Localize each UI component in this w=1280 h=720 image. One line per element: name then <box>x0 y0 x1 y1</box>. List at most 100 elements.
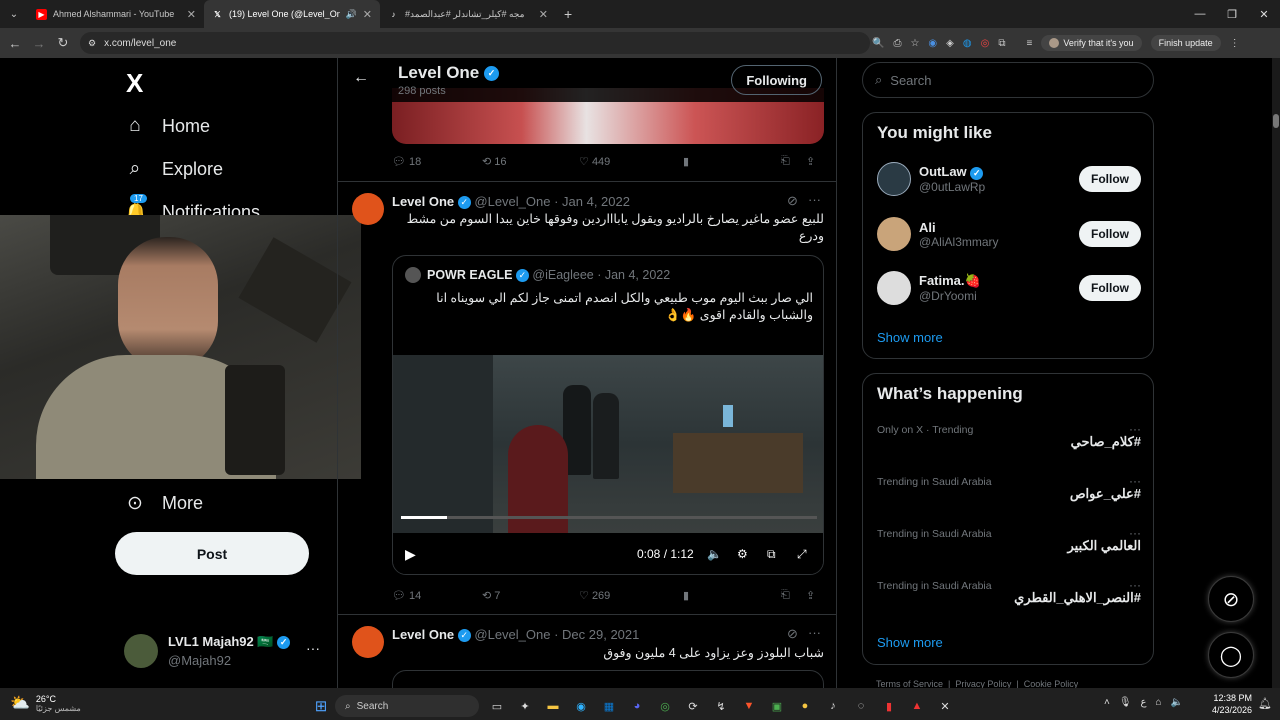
language-indicator[interactable]: ع <box>1141 697 1147 708</box>
search-input[interactable]: ⌕ Search <box>862 62 1154 98</box>
app-icon[interactable]: ✕ <box>936 697 954 715</box>
scrollbar-thumb[interactable] <box>1273 114 1279 128</box>
chrome-icon[interactable]: ◎ <box>656 697 674 715</box>
tweet-date[interactable]: · Dec 29, 2021 <box>554 627 639 642</box>
more-dots-icon[interactable]: ··· <box>808 192 821 207</box>
suggested-user[interactable]: Fatima.🍓 @DrYoomi Follow <box>877 269 1141 307</box>
suggested-user[interactable]: Ali @AliAl3mmary Follow <box>877 215 1141 253</box>
taskbar-search[interactable]: ⌕ Search <box>335 695 479 717</box>
tab-list-icon[interactable]: ⌄ <box>0 9 28 20</box>
forward-button[interactable]: → <box>27 36 51 51</box>
back-button[interactable]: ← <box>3 36 27 51</box>
reading-list-icon[interactable]: ≡ <box>1026 38 1032 49</box>
app-icon[interactable]: ▣ <box>768 697 786 715</box>
following-button[interactable]: Following <box>731 65 822 95</box>
back-arrow-icon[interactable]: ← <box>353 69 369 87</box>
close-window-button[interactable]: ✕ <box>1248 0 1280 28</box>
extension-icon[interactable]: ◈ <box>946 38 954 49</box>
video-progress-track[interactable] <box>401 516 817 519</box>
menu-icon[interactable]: ⋮ <box>1230 38 1240 49</box>
close-icon[interactable]: ✕ <box>187 8 196 21</box>
bookmark-icon[interactable]: ⎗ <box>781 589 806 602</box>
clock[interactable]: 12:38 PM 4/23/2026 <box>1212 692 1252 716</box>
sidebar-item-home[interactable]: ⌂ Home <box>124 115 210 137</box>
reload-button[interactable]: ↻ <box>51 35 75 51</box>
extension-icon[interactable]: ◍ <box>963 38 972 49</box>
trend-item[interactable]: Trending in Saudi Arabia ··· #النصر_الاه… <box>877 578 1141 624</box>
trend-item[interactable]: Only on X · Trending ··· #كلام_صاحي <box>877 422 1141 468</box>
share-icon[interactable]: ⇪ <box>806 589 815 602</box>
pip-icon[interactable]: ⧉ <box>767 547 776 562</box>
profile-button[interactable]: Verify that it's you <box>1041 34 1142 52</box>
views-button[interactable]: ▮ <box>683 155 781 168</box>
footer-links[interactable]: Terms of Service | Privacy Policy | Cook… <box>876 679 1078 688</box>
share-icon[interactable]: ⇪ <box>806 155 815 168</box>
tab-tiktok[interactable]: ♪ #مجه #كيلر_تشاندلر #عبدالصمد ✕ <box>380 0 556 28</box>
grok-icon[interactable]: ⊘ <box>787 193 798 209</box>
reply-button[interactable]: 💬︎ 14 <box>392 589 482 602</box>
app-icon[interactable]: ◌ <box>852 697 870 715</box>
bookmark-icon[interactable]: ⎗ <box>781 155 806 168</box>
extension-icon[interactable]: ◎ <box>981 38 990 49</box>
microphone-icon[interactable]: 🎙︎ <box>1119 697 1132 708</box>
tiktok-icon[interactable]: ♪ <box>824 697 842 715</box>
tab-youtube[interactable]: ▶ Ahmed Alshammari - YouTube ✕ <box>28 0 204 28</box>
minimize-button[interactable]: — <box>1184 0 1216 28</box>
show-more-link[interactable]: Show more <box>877 635 943 650</box>
close-icon[interactable]: ✕ <box>539 8 548 21</box>
app-icon[interactable]: ⟳ <box>684 697 702 715</box>
repost-button[interactable]: ⟲ 16 <box>482 155 579 168</box>
like-button[interactable]: ♡ 269 <box>579 589 683 602</box>
tweet-date[interactable]: · Jan 4, 2022 <box>554 194 630 209</box>
app-icon[interactable]: ▲ <box>908 697 926 715</box>
close-icon[interactable]: ✕ <box>363 8 372 21</box>
sidebar-item-explore[interactable]: ⌕ Explore <box>124 158 223 180</box>
sidebar-item-more[interactable]: ⊙ More <box>124 492 203 515</box>
volume-icon[interactable]: 🔈 <box>1171 697 1183 708</box>
copilot-icon[interactable]: ✦ <box>516 697 534 715</box>
author-handle[interactable]: @Level_One <box>474 627 550 642</box>
network-icon[interactable]: ⌂ <box>1156 697 1162 708</box>
volume-icon[interactable]: 🔈 <box>707 547 722 561</box>
video-player[interactable]: ▶ 0:08 / 1:12 🔈 ⚙ ⧉ ⤢ <box>393 338 823 574</box>
like-button[interactable]: ♡ 449 <box>579 155 683 168</box>
grok-float-icon[interactable]: ⊘ <box>1208 576 1254 622</box>
author-name[interactable]: Level One <box>392 627 454 642</box>
fullscreen-icon[interactable]: ⤢ <box>797 547 807 562</box>
follow-button[interactable]: Follow <box>1079 166 1141 192</box>
app-icon[interactable]: ▮ <box>880 697 898 715</box>
author-name[interactable]: Level One <box>392 194 454 209</box>
grok-icon[interactable]: ⊘ <box>787 626 798 642</box>
discord-icon[interactable]: ◕ <box>628 697 646 715</box>
repost-button[interactable]: ⟲ 7 <box>482 589 579 602</box>
messages-icon[interactable]: ◯ <box>1208 632 1254 678</box>
account-switcher[interactable]: LVL1 Majah92 🇸🇦 ✓ @Majah92 ··· <box>124 632 324 672</box>
show-more-link[interactable]: Show more <box>877 330 943 345</box>
more-dots-icon[interactable]: ··· <box>808 625 821 640</box>
quoted-tweet[interactable]: POWR EAGLE ✓ @iEagleee · Jan 4, 2022 الي… <box>392 255 824 575</box>
install-icon[interactable]: ⎙ <box>893 38 901 49</box>
tray-chevron-icon[interactable]: ˄ <box>1104 697 1110 708</box>
finish-update-button[interactable]: Finish update <box>1150 35 1221 51</box>
more-dots-icon[interactable]: ··· <box>306 640 320 656</box>
store-icon[interactable]: ▦ <box>600 697 618 715</box>
follow-button[interactable]: Follow <box>1079 221 1141 247</box>
follow-button[interactable]: Follow <box>1079 275 1141 301</box>
trend-item[interactable]: Trending in Saudi Arabia ··· العالمي الك… <box>877 526 1141 572</box>
suggested-user[interactable]: OutLaw ✓ @0utLawRp Follow <box>877 160 1141 198</box>
app-icon[interactable]: ↯ <box>712 697 730 715</box>
notification-icon[interactable]: 🔔︎ <box>1258 697 1272 710</box>
task-view-icon[interactable]: ▭ <box>488 697 506 715</box>
maximize-button[interactable]: ❐ <box>1216 0 1248 28</box>
zoom-icon[interactable]: 🔍 <box>872 38 884 49</box>
site-info-icon[interactable]: ⚙ <box>88 38 96 49</box>
views-button[interactable]: ▮ <box>683 589 781 602</box>
url-field[interactable]: ⚙ x.com/level_one <box>80 32 870 54</box>
new-tab-button[interactable]: + <box>556 6 580 22</box>
weather-widget[interactable]: ⛅ 26°C مشمس جزئيًا <box>10 693 81 713</box>
play-icon[interactable]: ▶ <box>405 546 416 563</box>
page-scrollbar[interactable] <box>1272 58 1280 688</box>
speaker-icon[interactable]: 🔊 <box>346 9 357 20</box>
edge-icon[interactable]: ◉ <box>572 697 590 715</box>
bookmark-star-icon[interactable]: ☆ <box>910 38 919 49</box>
